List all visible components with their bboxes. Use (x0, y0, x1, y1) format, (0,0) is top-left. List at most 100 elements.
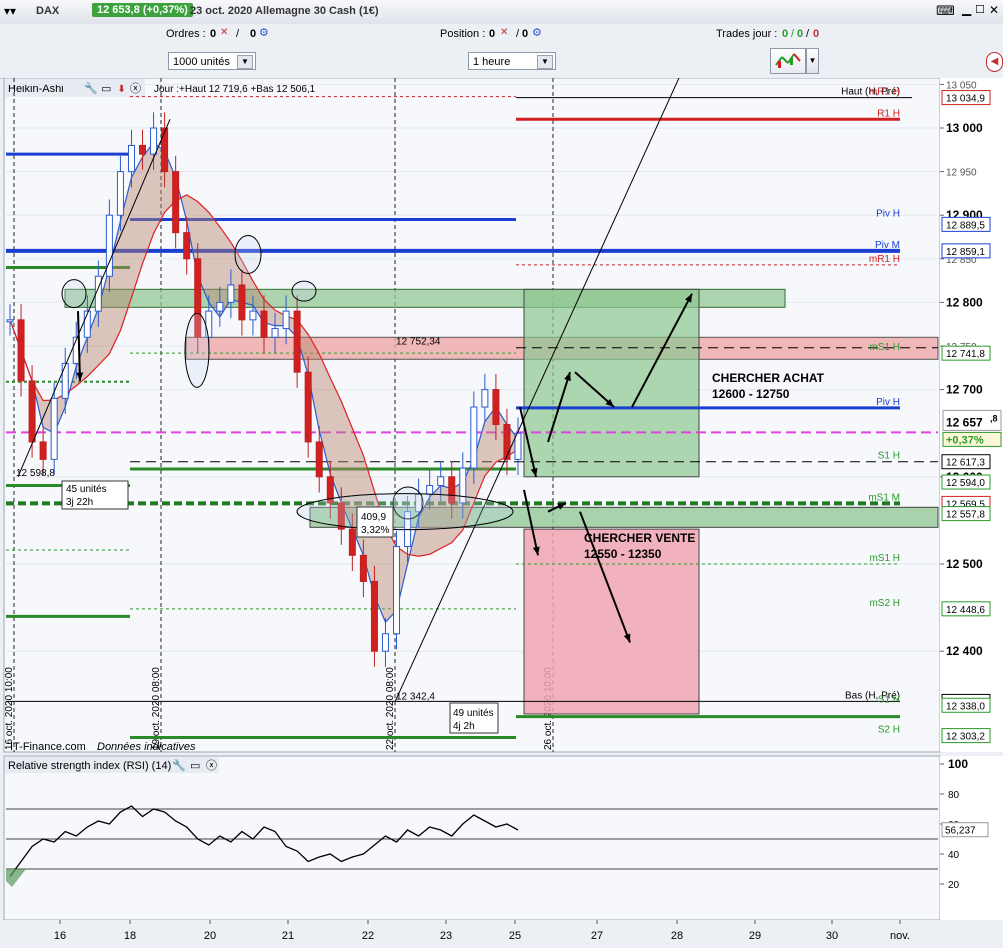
low-label: 12 598,8 (16, 468, 55, 479)
candle (127, 144, 135, 173)
candle (249, 310, 257, 321)
rsi-panel-bg (3, 755, 941, 921)
rsi-title: Relative strength index (RSI) (14) (8, 760, 171, 772)
wrench-icon[interactable]: 🔧 (84, 81, 98, 95)
candle (271, 328, 279, 338)
chart-type-button[interactable] (770, 48, 806, 74)
trades-red: 0 (813, 28, 820, 40)
x-tick-label: 21 (282, 930, 294, 942)
orders-settings-icon[interactable]: ⚙ (259, 26, 269, 39)
close-panel-icon[interactable]: ⓧ (206, 759, 217, 772)
candle (282, 310, 290, 330)
candle (227, 284, 235, 303)
candle (260, 310, 268, 338)
level-label: Piv H (876, 397, 900, 408)
level-annotation: 12 752,34 (396, 336, 441, 347)
price-tag-label: 13 034,9 (946, 94, 985, 105)
rsi-tick-label: 40 (948, 850, 960, 861)
rsi-axis-bg (940, 756, 1003, 920)
cancel-orders-icon[interactable]: ✕ (220, 27, 228, 38)
keyboard-icon[interactable]: ⌨ (936, 3, 955, 19)
x-tick-label: 16 (54, 930, 66, 942)
close-icon[interactable]: ✕ (989, 3, 999, 17)
level-label: Piv M (875, 240, 900, 251)
pattern-circle (296, 493, 514, 531)
close-position-icon[interactable]: ✕ (500, 27, 508, 38)
low-label: 12 342,4 (396, 691, 435, 702)
level-label: S1 H (878, 451, 900, 462)
chevron-down-icon: ▼ (237, 55, 253, 69)
candle (161, 127, 169, 173)
toolbar: Ordres : 0 ✕ / 0 ⚙ Position : 0 ✕ / 0 ⚙ … (0, 24, 1003, 79)
price-chart[interactable]: Heikin-Ashi 🔧 ▭ ⬇ ⓧ Jour :+Haut 12 719,6… (0, 78, 1003, 948)
candle (437, 476, 445, 487)
window-icon[interactable]: ▭ (190, 760, 200, 772)
candle (116, 171, 124, 216)
range-value: 409,9 (361, 512, 386, 523)
x-tick-label: 29 (749, 930, 761, 942)
symbol-label: DAX (36, 5, 60, 17)
y-tick-label: 12 950 (946, 168, 977, 179)
position-settings-icon[interactable]: ⚙ (532, 26, 542, 39)
price-tag-label: 12 303,2 (946, 732, 985, 743)
candlestick-chart-icon (775, 53, 801, 68)
menu-icon[interactable]: ▾▾ (4, 4, 16, 18)
candle (481, 389, 489, 408)
day-range-info: Jour :+Haut 12 719,6 +Bas 12 506,1 (154, 84, 316, 95)
price-tag-label: 12 338,0 (946, 701, 985, 712)
chart-type-dropdown[interactable]: ▼ (806, 48, 819, 74)
candle (61, 362, 69, 399)
candle (348, 528, 356, 556)
units-label: 45 unités (66, 484, 107, 495)
x-tick-label: 30 (826, 930, 838, 942)
candle (28, 380, 36, 443)
watermark: IT-Finance.com (10, 741, 86, 753)
x-tick-label: 25 (509, 930, 521, 942)
price-tag-label: 12 594,0 (946, 478, 985, 489)
minimize-icon[interactable]: ▁ (962, 2, 971, 16)
x-tick-label: 18 (124, 930, 136, 942)
level-label: S1 H (878, 694, 900, 705)
pattern-circle (61, 279, 87, 309)
buy-zone-title: CHERCHER ACHAT (712, 371, 825, 385)
trades-label: Trades jour : (716, 28, 778, 40)
candle (172, 171, 180, 234)
units-select[interactable]: 1000 unités ▼ (168, 52, 256, 70)
sell-zone-title: CHERCHER VENTE (584, 531, 695, 545)
scroll-arrow-icon[interactable]: ◀ (986, 52, 1003, 72)
time-label: 3j 22h (66, 497, 93, 508)
date-marker-label: 16 oct. 2020 10:00 (4, 667, 15, 750)
period-select[interactable]: 1 heure ▼ (468, 52, 556, 70)
y-tick-label: 12 500 (946, 557, 983, 571)
rsi-tick-label: 100 (948, 757, 968, 771)
level-label: Piv H (876, 209, 900, 220)
candle (50, 397, 58, 460)
price-tag-label: 12 448,6 (946, 605, 985, 616)
units-label: 49 unités (453, 708, 494, 719)
candle (393, 546, 401, 635)
level-label: mS1 M (868, 492, 900, 503)
orders-count-a: 0 (210, 28, 217, 40)
wrench-icon[interactable]: 🔧 (172, 758, 186, 772)
price-tag-label: 12 617,3 (946, 458, 985, 469)
position-value: 0 (489, 28, 496, 40)
maximize-icon[interactable]: ☐ (975, 3, 985, 16)
price-tag-label: 12 859,1 (946, 247, 985, 258)
range-percent: 3,32% (361, 525, 389, 536)
price-tag-label: 12 741,8 (946, 349, 985, 360)
buy-zone-range: 12600 - 12750 (712, 387, 790, 401)
level-label: R1 H (877, 108, 900, 119)
candle (139, 144, 147, 155)
candle (370, 580, 378, 652)
candle (39, 441, 47, 460)
y-tick-label: 12 400 (946, 644, 983, 658)
window-title: 23 oct. 2020 Allemagne 30 Cash (1€) (190, 5, 379, 17)
y-tick-label: 13 050 (946, 80, 977, 91)
x-tick-label: 28 (671, 930, 683, 942)
current-price-label: 12 657 (946, 415, 983, 429)
x-axis-bg (0, 920, 1003, 948)
x-tick-label: 22 (362, 930, 374, 942)
y-tick-label: 12 700 (946, 383, 983, 397)
position-label: Position : (440, 28, 486, 40)
price-tag-label: 12 557,8 (946, 510, 985, 521)
